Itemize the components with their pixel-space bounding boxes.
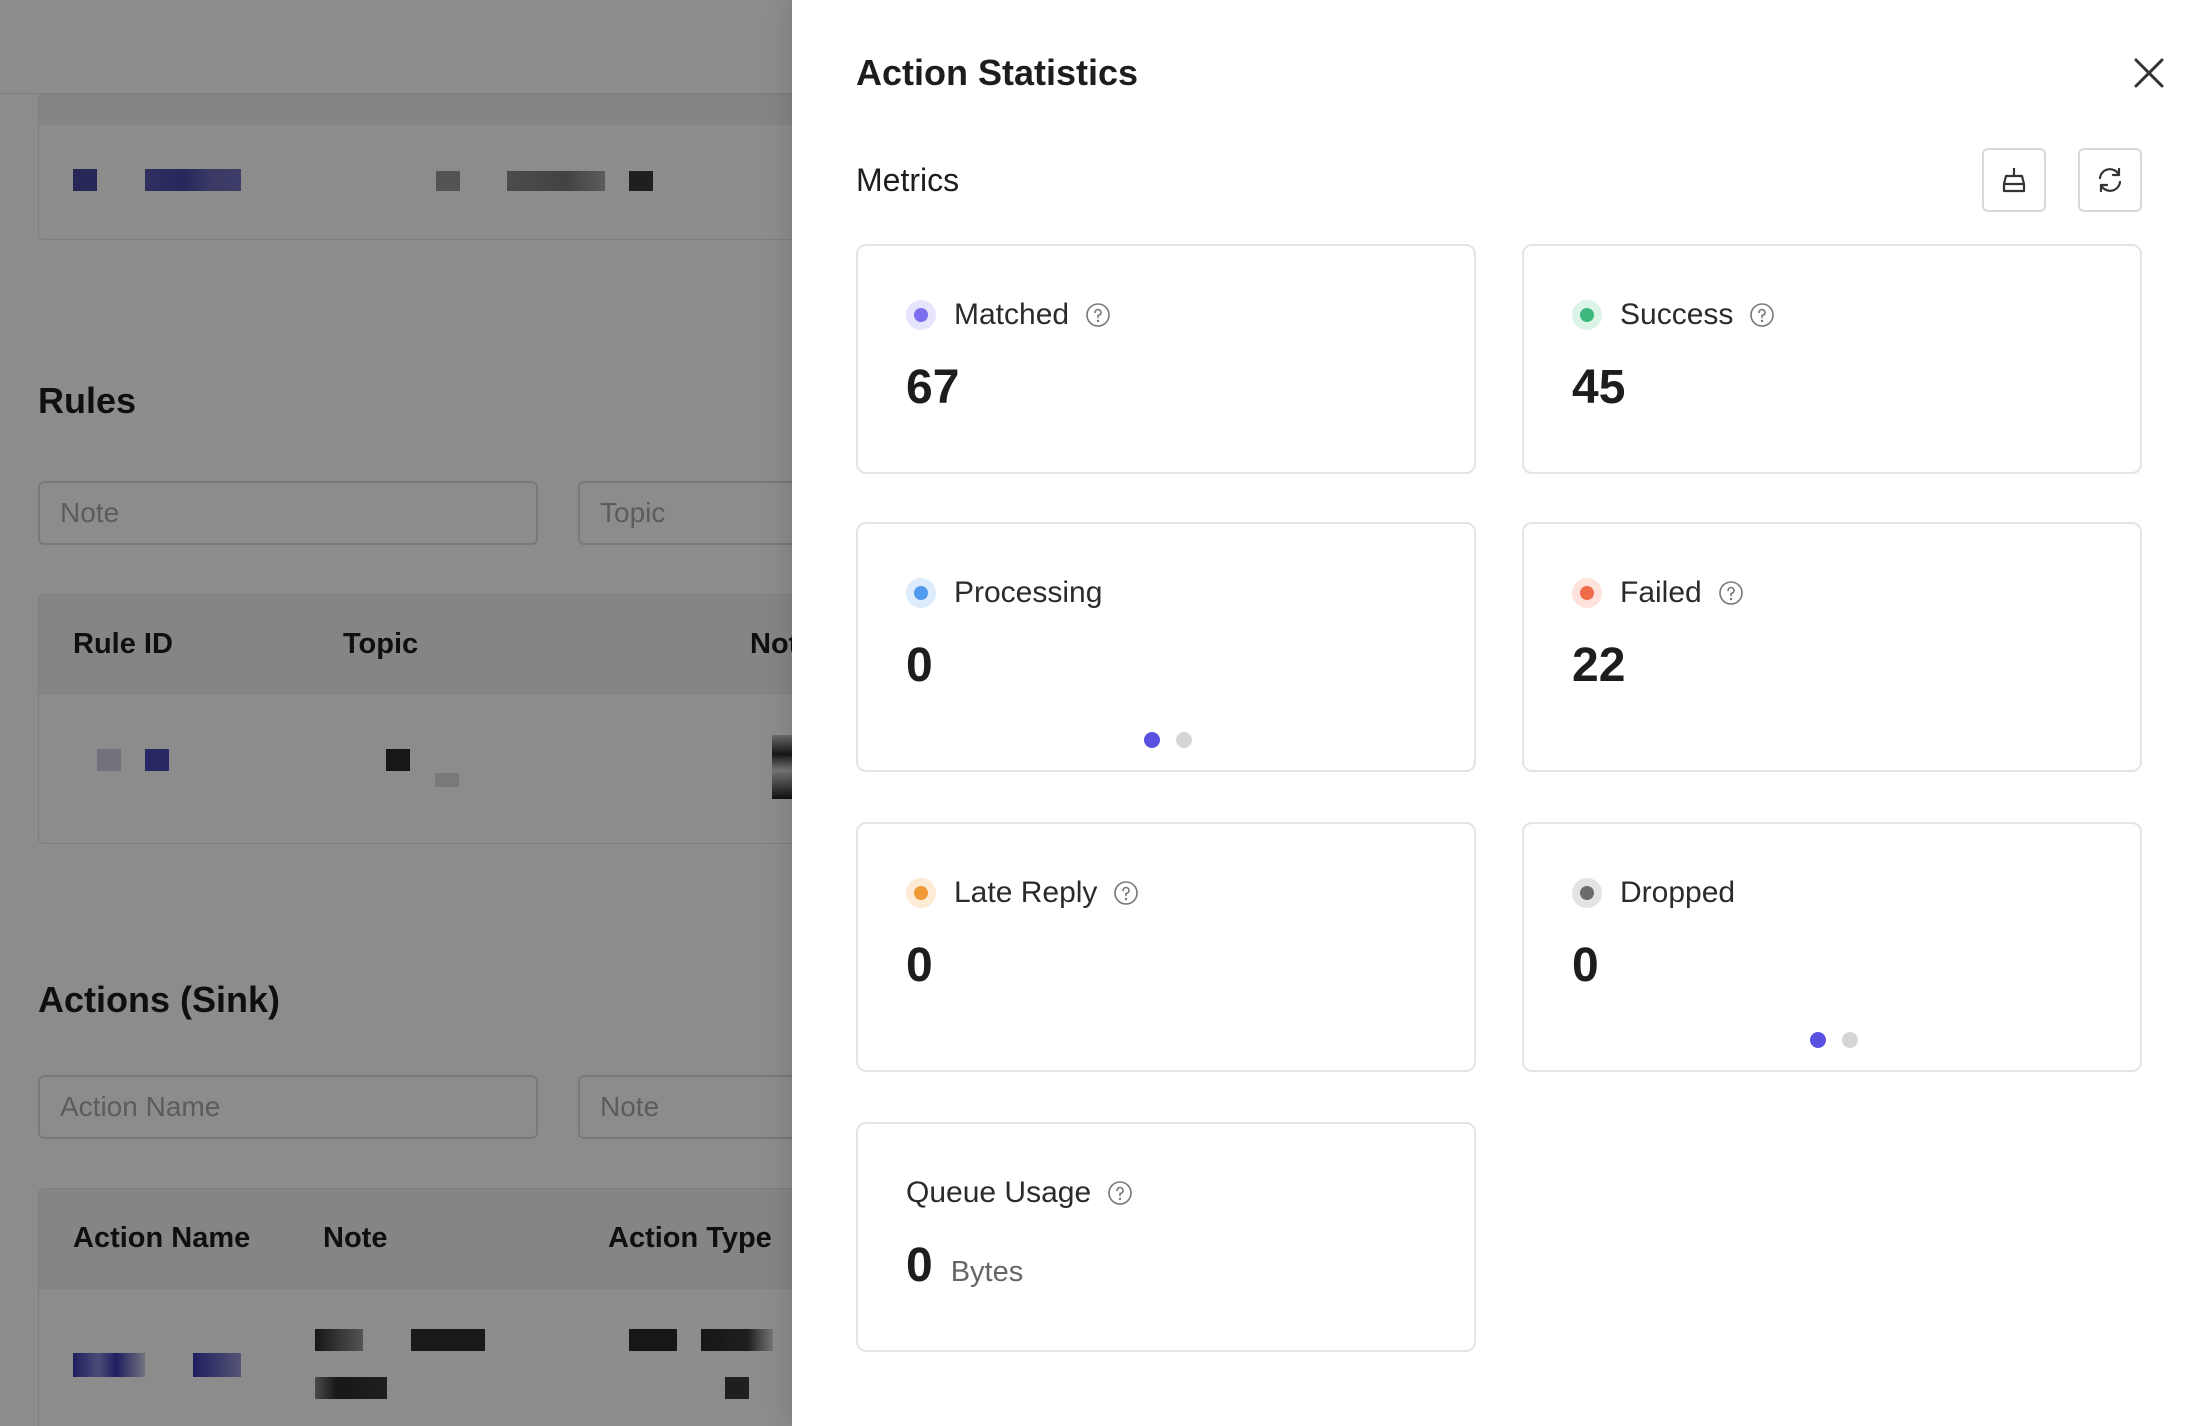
queue-usage-value: 0 <box>906 1239 933 1292</box>
status-dot <box>906 300 936 330</box>
metric-card-failed: Failed 22 <box>1522 522 2142 772</box>
pager-dot[interactable] <box>1842 1032 1858 1048</box>
help-icon[interactable] <box>1107 1180 1133 1206</box>
pager-dot[interactable] <box>1176 732 1192 748</box>
status-dot <box>1572 578 1602 608</box>
metric-value: 67 <box>906 361 960 414</box>
metric-card-processing: Processing 0 <box>856 522 1476 772</box>
queue-usage-unit: Bytes <box>950 1256 1024 1288</box>
drawer-title: Action Statistics <box>856 52 1139 93</box>
status-dot <box>906 878 936 908</box>
metric-value: 0 <box>906 639 933 692</box>
pager-dot-active[interactable] <box>1810 1032 1826 1048</box>
status-dot <box>1572 878 1602 908</box>
broom-icon <box>2002 168 2026 193</box>
metric-value: 0 Bytes <box>906 1238 1023 1293</box>
help-icon[interactable] <box>1749 302 1775 328</box>
status-dot <box>1572 300 1602 330</box>
metric-label: Matched <box>954 298 1070 331</box>
carousel-pager <box>1144 732 1192 748</box>
reset-metrics-button[interactable] <box>1982 148 2046 212</box>
metric-label: Late Reply <box>954 876 1098 909</box>
modal-backdrop[interactable] <box>0 0 792 1426</box>
action-statistics-drawer: Action Statistics Metrics Matched 67 Suc… <box>792 0 2192 1426</box>
help-icon[interactable] <box>1113 880 1139 906</box>
metric-label: Failed <box>1620 576 1702 609</box>
close-icon[interactable] <box>2132 56 2166 90</box>
help-icon[interactable] <box>1718 580 1744 606</box>
metric-label: Dropped <box>1620 876 1736 909</box>
refresh-icon <box>2098 167 2122 193</box>
refresh-metrics-button[interactable] <box>2078 148 2142 212</box>
metric-card-late-reply: Late Reply 0 <box>856 822 1476 1072</box>
metric-card-matched: Matched 67 <box>856 244 1476 474</box>
carousel-pager <box>1810 1032 1858 1048</box>
status-dot <box>906 578 936 608</box>
metric-value: 0 <box>906 939 933 992</box>
metric-label: Success <box>1620 298 1734 331</box>
metric-label: Queue Usage <box>906 1176 1092 1209</box>
metric-value: 0 <box>1572 939 1599 992</box>
metric-value: 45 <box>1572 361 1626 414</box>
metric-card-queue-usage: Queue Usage 0 Bytes <box>856 1122 1476 1352</box>
metric-card-success: Success 45 <box>1522 244 2142 474</box>
metric-label: Processing <box>954 576 1103 609</box>
help-icon[interactable] <box>1085 302 1111 328</box>
metrics-section-title: Metrics <box>856 162 960 198</box>
metric-card-dropped: Dropped 0 <box>1522 822 2142 1072</box>
pager-dot-active[interactable] <box>1144 732 1160 748</box>
metric-value: 22 <box>1572 639 1626 692</box>
